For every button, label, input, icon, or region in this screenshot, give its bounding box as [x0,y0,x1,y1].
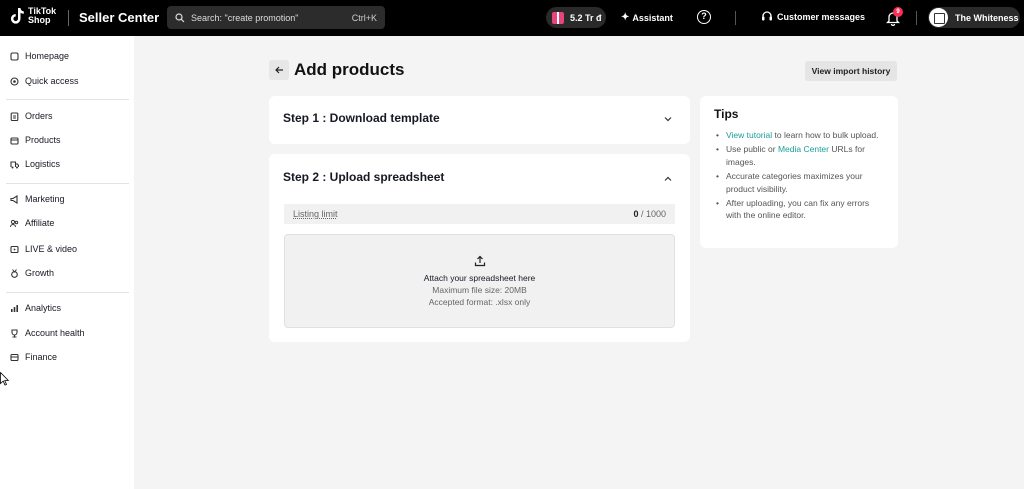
shop-name: The Whiteness [955,12,1019,23]
chart-icon [11,304,18,312]
search-placeholder: Search: "create promotion" [191,12,299,23]
listing-limit-label[interactable]: Listing limit [293,209,338,219]
tip-item: Use public or Media Center URLs for imag… [716,143,886,168]
step1-card[interactable]: Step 1 : Download template [269,96,690,144]
search-input[interactable]: Search: "create promotion" Ctrl+K [167,6,385,29]
sidebar-item-orders[interactable]: Orders [10,108,53,124]
sidebar-divider [6,183,129,184]
sidebar-item-growth[interactable]: Growth [10,265,54,281]
assistant-button[interactable]: ✦ Assistant [621,12,673,23]
megaphone-icon [10,194,18,204]
upload-icon [474,255,486,267]
search-shortcut: Ctrl+K [351,13,377,23]
gift-icon [552,11,564,24]
sidebar-item-label: Affiliate [25,218,55,228]
sidebar-item-label: LIVE & video [25,244,78,254]
top-bar: TikTok Shop Seller Center Search: "creat… [0,0,1024,36]
topbar-divider [735,11,736,25]
trophy-icon [11,328,18,337]
medal-icon [11,268,18,278]
assistant-label: Assistant [632,12,673,23]
shop-account-button[interactable]: The Whiteness [928,7,1020,28]
shop-avatar [929,8,948,27]
logo-divider [68,10,69,26]
sidebar-divider [6,292,129,293]
tips-title: Tips [714,107,739,121]
sidebar-item-logistics[interactable]: Logistics [10,156,60,172]
sidebar-item-label: Logistics [25,159,61,169]
home-icon [10,51,19,61]
box-icon [10,136,19,145]
notification-badge: 9 [893,7,903,17]
tip-item: Accurate categories maximizes your produ… [716,170,886,195]
upload-dropzone[interactable]: Attach your spreadsheet here Maximum fil… [284,234,675,328]
tiktok-shop-logo[interactable]: TikTok Shop [10,7,56,25]
wallet-icon [10,353,19,361]
logo-line-2: Shop [28,15,51,25]
tip1-text: to learn how to bulk upload. [772,130,879,140]
help-icon[interactable]: ? [697,10,711,24]
balance-value: 5.2 Tr đ [570,12,602,23]
sidebar-item-label: Account health [25,328,85,338]
upload-title: Attach your spreadsheet here [423,273,536,283]
sidebar-item-label: Growth [25,268,55,278]
view-import-history-button[interactable]: View import history [805,61,897,81]
media-center-link[interactable]: Media Center [778,144,829,154]
sidebar-divider [6,99,129,100]
listing-limit-count: 0 / 1000 [633,209,666,219]
tip2-pre: Use public or [726,144,778,155]
brand-title[interactable]: Seller Center [79,10,159,25]
chevron-up-icon[interactable] [664,175,672,183]
upload-max-size: Maximum file size: 20MB [432,285,527,295]
sidebar-item-label: Homepage [25,51,70,61]
arrow-left-icon [274,66,283,74]
page-header: Add products [269,60,405,80]
sidebar-item-label: Marketing [25,194,65,204]
sidebar-item-homepage[interactable]: Homepage [10,48,69,64]
customer-messages-button[interactable]: Customer messages [761,11,865,22]
tips-card: Tips View tutorial to learn how to bulk … [700,96,898,248]
search-icon [175,12,185,22]
page-title: Add products [294,60,405,79]
users-icon [10,219,19,227]
customer-messages-label: Customer messages [777,11,866,22]
step1-title: Step 1 : Download template [283,111,440,125]
listing-limit-bar: Listing limit 0 / 1000 [284,204,675,224]
sidebar-item-label: Orders [25,111,53,121]
sidebar-item-live-video[interactable]: LIVE & video [10,241,77,257]
tip-item: After uploading, you can fix any errors … [716,197,886,222]
sidebar-item-label: Products [25,135,61,145]
tiktok-logo-icon [10,8,24,24]
clipboard-icon [10,111,19,121]
balance-button[interactable]: 5.2 Tr đ [546,7,606,28]
mouse-cursor-icon [0,372,10,386]
live-icon [10,245,19,253]
sidebar-item-quick-access[interactable]: Quick access [10,73,79,89]
target-icon [10,76,19,86]
chevron-down-icon[interactable] [664,115,672,123]
view-tutorial-link[interactable]: View tutorial [726,130,772,140]
sidebar-item-products[interactable]: Products [10,132,61,148]
tip-item: View tutorial to learn how to bulk uploa… [716,129,886,142]
tips-list: View tutorial to learn how to bulk uploa… [716,129,886,224]
listing-limit-total: / 1000 [638,209,666,219]
sparkle-icon: ✦ [621,12,630,23]
sidebar-item-affiliate[interactable]: Affiliate [10,215,54,231]
truck-icon [10,160,19,168]
sidebar-item-marketing[interactable]: Marketing [10,191,65,207]
sidebar: Homepage Quick access Orders Products Lo… [0,36,134,489]
sidebar-item-finance[interactable]: Finance [10,349,57,365]
sidebar-item-label: Analytics [25,303,62,313]
upload-accepted-format: Accepted format: .xlsx only [428,297,531,307]
step2-title: Step 2 : Upload spreadsheet [283,170,445,184]
topbar-divider-2 [916,11,917,25]
headset-icon [762,11,772,21]
sidebar-item-account-health[interactable]: Account health [10,325,85,341]
sidebar-item-analytics[interactable]: Analytics [10,300,61,316]
sidebar-item-label: Quick access [25,76,79,86]
back-button[interactable] [269,60,289,80]
sidebar-item-label: Finance [25,352,58,362]
